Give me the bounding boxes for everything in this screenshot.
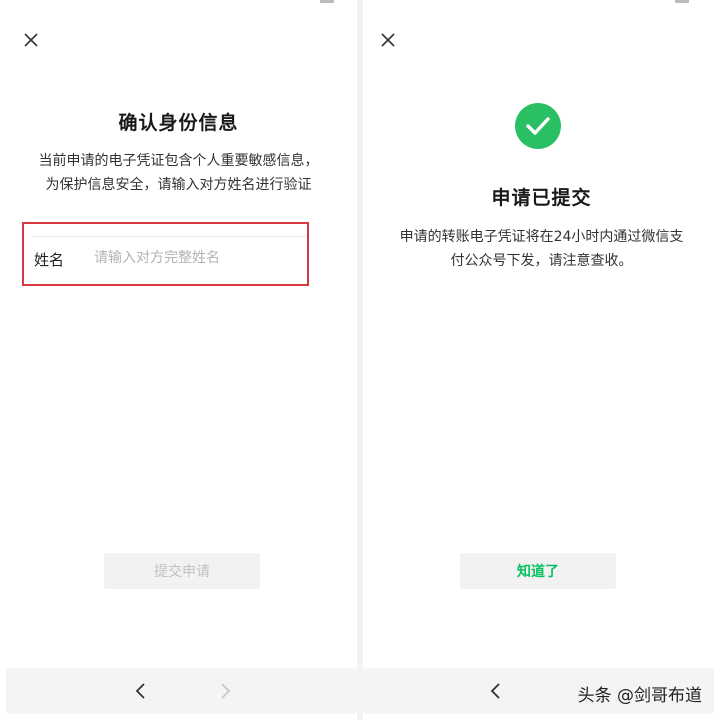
page-title: 确认身份信息: [118, 112, 239, 134]
page-description: 当前申请的电子凭证包含个人重要敏感信息， 为保护信息安全，请输入对方姓名进行验证: [0, 149, 357, 197]
name-input[interactable]: [94, 246, 294, 270]
description-line: 为保护信息安全，请输入对方姓名进行验证: [45, 177, 312, 193]
application-submitted-screen: 申请已提交 申请的转账电子凭证将在24小时内通过微信支 付公众号下发，请注意查收…: [363, 0, 720, 720]
close-icon[interactable]: [380, 32, 396, 48]
page-title: 申请已提交: [491, 187, 592, 209]
name-field-highlight: 姓名: [22, 222, 309, 286]
chevron-right-icon[interactable]: [214, 680, 236, 702]
browser-nav-bar: [6, 668, 357, 714]
description-line: 付公众号下发，请注意查收。: [450, 253, 633, 269]
identity-verify-screen: 确认身份信息 当前申请的电子凭证包含个人重要敏感信息， 为保护信息安全，请输入对…: [0, 0, 357, 720]
close-icon[interactable]: [23, 32, 39, 48]
check-circle-icon: [515, 103, 561, 149]
status-bar-tick: [320, 0, 334, 3]
screenshot-canvas: 确认身份信息 当前申请的电子凭证包含个人重要敏感信息， 为保护信息安全，请输入对…: [0, 0, 720, 720]
description-line: 申请的转账电子凭证将在24小时内通过微信支: [399, 229, 684, 245]
got-it-button[interactable]: 知道了: [460, 553, 616, 589]
watermark: 头条 @剑哥布道: [577, 686, 702, 706]
submit-application-button[interactable]: 提交申请: [104, 553, 260, 589]
description-line: 当前申请的电子凭证包含个人重要敏感信息，: [38, 153, 319, 169]
chevron-left-icon[interactable]: [485, 680, 507, 702]
page-description: 申请的转账电子凭证将在24小时内通过微信支 付公众号下发，请注意查收。: [363, 225, 720, 273]
chevron-left-icon[interactable]: [130, 680, 152, 702]
status-bar-tick: [675, 0, 689, 3]
divider: [32, 236, 307, 237]
name-field-label: 姓名: [34, 251, 65, 269]
